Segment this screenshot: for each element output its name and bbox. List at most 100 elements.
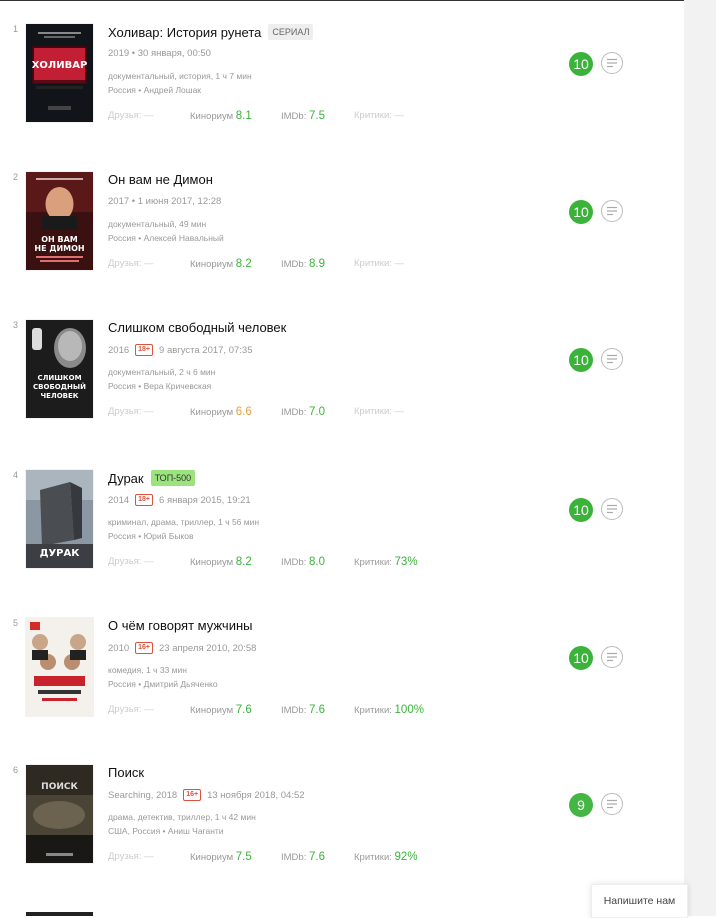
- critics-rating: 92%: [394, 851, 418, 863]
- friends-label: Друзья:: [108, 258, 142, 269]
- poster-image: ОН ВАМ НЕ ДИМОН: [26, 172, 93, 270]
- svg-text:НЕ ДИМОН: НЕ ДИМОН: [34, 244, 84, 253]
- movie-item: 1 ХОЛИВАР Холивар: История рунета СЕРИАЛ…: [0, 24, 684, 172]
- svg-text:ЧЕЛОВЕК: ЧЕЛОВЕК: [40, 392, 78, 400]
- my-score-badge[interactable]: 10: [569, 646, 593, 670]
- imdb-rating: 7.5: [308, 110, 325, 122]
- movie-poster[interactable]: ПОИСК: [26, 765, 93, 863]
- ratings-row: Друзья: — Кинориум 8.1 IMDb: 7.5 Критики…: [108, 110, 508, 124]
- imdb-label: IMDb:: [281, 259, 307, 270]
- critics-rating: —: [394, 406, 405, 417]
- critics-label: Критики:: [354, 406, 392, 417]
- poster-title-text: ПОИСК: [41, 782, 78, 792]
- friends-rating: —: [144, 406, 154, 417]
- movie-title[interactable]: Слишком свободный человек: [108, 320, 286, 335]
- friends-rating: —: [144, 556, 154, 567]
- friends-rating: —: [144, 258, 154, 269]
- ratings-row: Друзья: — Кинориум 7.6 IMDb: 7.6 Критики…: [108, 704, 508, 718]
- movie-poster[interactable]: СЛИШКОМ СВОБОДНЫЙ ЧЕЛОВЕК: [26, 320, 93, 418]
- kinorium-rating: 8.2: [235, 556, 252, 568]
- movie-year: 2017: [108, 196, 130, 207]
- movie-item: 6 ПОИСК Поиск Searching, 2018 16+ 13 ноябр…: [0, 765, 684, 913]
- movie-year: Searching, 2018: [108, 789, 178, 801]
- critics-label: Критики:: [354, 852, 392, 863]
- movie-genres: документальный, история, 1 ч 7 мин: [108, 71, 252, 81]
- list-icon: [607, 504, 617, 514]
- item-index: 5: [13, 618, 19, 628]
- friends-label: Друзья:: [108, 556, 142, 567]
- critics-rating: 73%: [394, 556, 418, 568]
- my-score-badge[interactable]: 9: [569, 793, 593, 817]
- poster-image: СЛИШКОМ СВОБОДНЫЙ ЧЕЛОВЕК: [26, 320, 93, 418]
- kinorium-rating: 7.5: [235, 851, 252, 863]
- item-index: 3: [13, 320, 19, 330]
- movie-item: 5 О чём говорят мужчины 2010 16+ 23 апреля…: [0, 618, 684, 766]
- my-score-badge[interactable]: 10: [569, 348, 593, 372]
- imdb-label: IMDb:: [281, 852, 307, 863]
- add-to-list-button[interactable]: [601, 200, 623, 222]
- friends-rating: —: [144, 110, 154, 121]
- critics-rating: 100%: [394, 704, 424, 716]
- imdb-rating: 8.9: [308, 258, 325, 270]
- imdb-rating: 7.0: [308, 406, 325, 418]
- add-to-list-button[interactable]: [601, 646, 623, 668]
- movie-title[interactable]: Холивар: История рунета: [108, 25, 261, 40]
- friends-label: Друзья:: [108, 704, 142, 715]
- series-badge: СЕРИАЛ: [268, 24, 314, 40]
- add-to-list-button[interactable]: [601, 52, 623, 74]
- write-us-button[interactable]: Напишите нам: [591, 884, 688, 918]
- poster-image: ДУРАК: [26, 470, 93, 568]
- imdb-label: IMDb:: [281, 111, 307, 122]
- movie-title[interactable]: О чём говорят мужчины: [108, 618, 252, 633]
- movie-title[interactable]: Он вам не Димон: [108, 172, 213, 187]
- list-icon: [607, 799, 617, 809]
- kinorium-label: Кинориум: [190, 557, 234, 568]
- add-to-list-button[interactable]: [601, 348, 623, 370]
- imdb-rating: 7.6: [308, 704, 325, 716]
- friends-label: Друзья:: [108, 110, 142, 121]
- movie-poster[interactable]: ОН ВАМ НЕ ДИМОН: [26, 172, 93, 270]
- my-score-badge[interactable]: 10: [569, 498, 593, 522]
- svg-text:ОН ВАМ: ОН ВАМ: [41, 235, 78, 244]
- my-score-badge[interactable]: 10: [569, 200, 593, 224]
- add-to-list-button[interactable]: [601, 793, 623, 815]
- item-index: 4: [13, 470, 19, 480]
- kinorium-rating: 6.6: [235, 406, 252, 418]
- watched-date: 13 ноября 2018, 04:52: [207, 789, 305, 801]
- list-icon: [607, 206, 617, 216]
- critics-rating: —: [394, 110, 405, 121]
- kinorium-rating: 8.2: [235, 258, 252, 270]
- friends-rating: —: [144, 704, 154, 715]
- poster-title-text: ДУРАК: [40, 548, 81, 559]
- movie-year: 2010: [108, 642, 130, 654]
- ratings-row: Друзья: — Кинориум 7.5 IMDb: 7.6 Критики…: [108, 851, 508, 865]
- movie-poster[interactable]: [26, 618, 93, 716]
- movie-poster[interactable]: ХОЛИВАР: [26, 24, 93, 122]
- top500-badge[interactable]: ТОП-500: [150, 470, 196, 486]
- critics-label: Критики:: [354, 258, 392, 269]
- age-rating-badge: 16+: [135, 642, 154, 654]
- movie-genres: драма, детектив, триллер, 1 ч 42 мин: [108, 812, 256, 822]
- critics-label: Критики:: [354, 557, 392, 568]
- item-index: 1: [13, 24, 19, 34]
- kinorium-rating: 8.1: [235, 110, 252, 122]
- right-gutter: [684, 0, 716, 916]
- movie-poster[interactable]: ДУРАК: [26, 470, 93, 568]
- movie-item: 3 СЛИШКОМ СВОБОДНЫЙ ЧЕЛОВЕК Слишком своб…: [0, 320, 684, 468]
- watched-date: 9 августа 2017, 07:35: [159, 344, 253, 356]
- my-score-badge[interactable]: 10: [569, 52, 593, 76]
- add-to-list-button[interactable]: [601, 498, 623, 520]
- watched-date: 23 апреля 2010, 20:58: [159, 642, 257, 654]
- imdb-label: IMDb:: [281, 557, 307, 568]
- movie-title[interactable]: Поиск: [108, 765, 144, 780]
- watched-date: • 1 июня 2017, 12:28: [131, 196, 222, 207]
- poster-image: [26, 618, 93, 716]
- svg-text:СЛИШКОМ: СЛИШКОМ: [37, 374, 81, 382]
- item-index: 6: [13, 765, 19, 775]
- movie-genres: документальный, 49 мин: [108, 219, 207, 229]
- movie-title[interactable]: Дурак: [108, 471, 144, 486]
- movie-year: 2014: [108, 494, 130, 506]
- watched-date: 6 января 2015, 19:21: [159, 494, 251, 506]
- age-rating-badge: 16+: [183, 789, 202, 801]
- watched-date: • 30 января, 00:50: [131, 48, 211, 59]
